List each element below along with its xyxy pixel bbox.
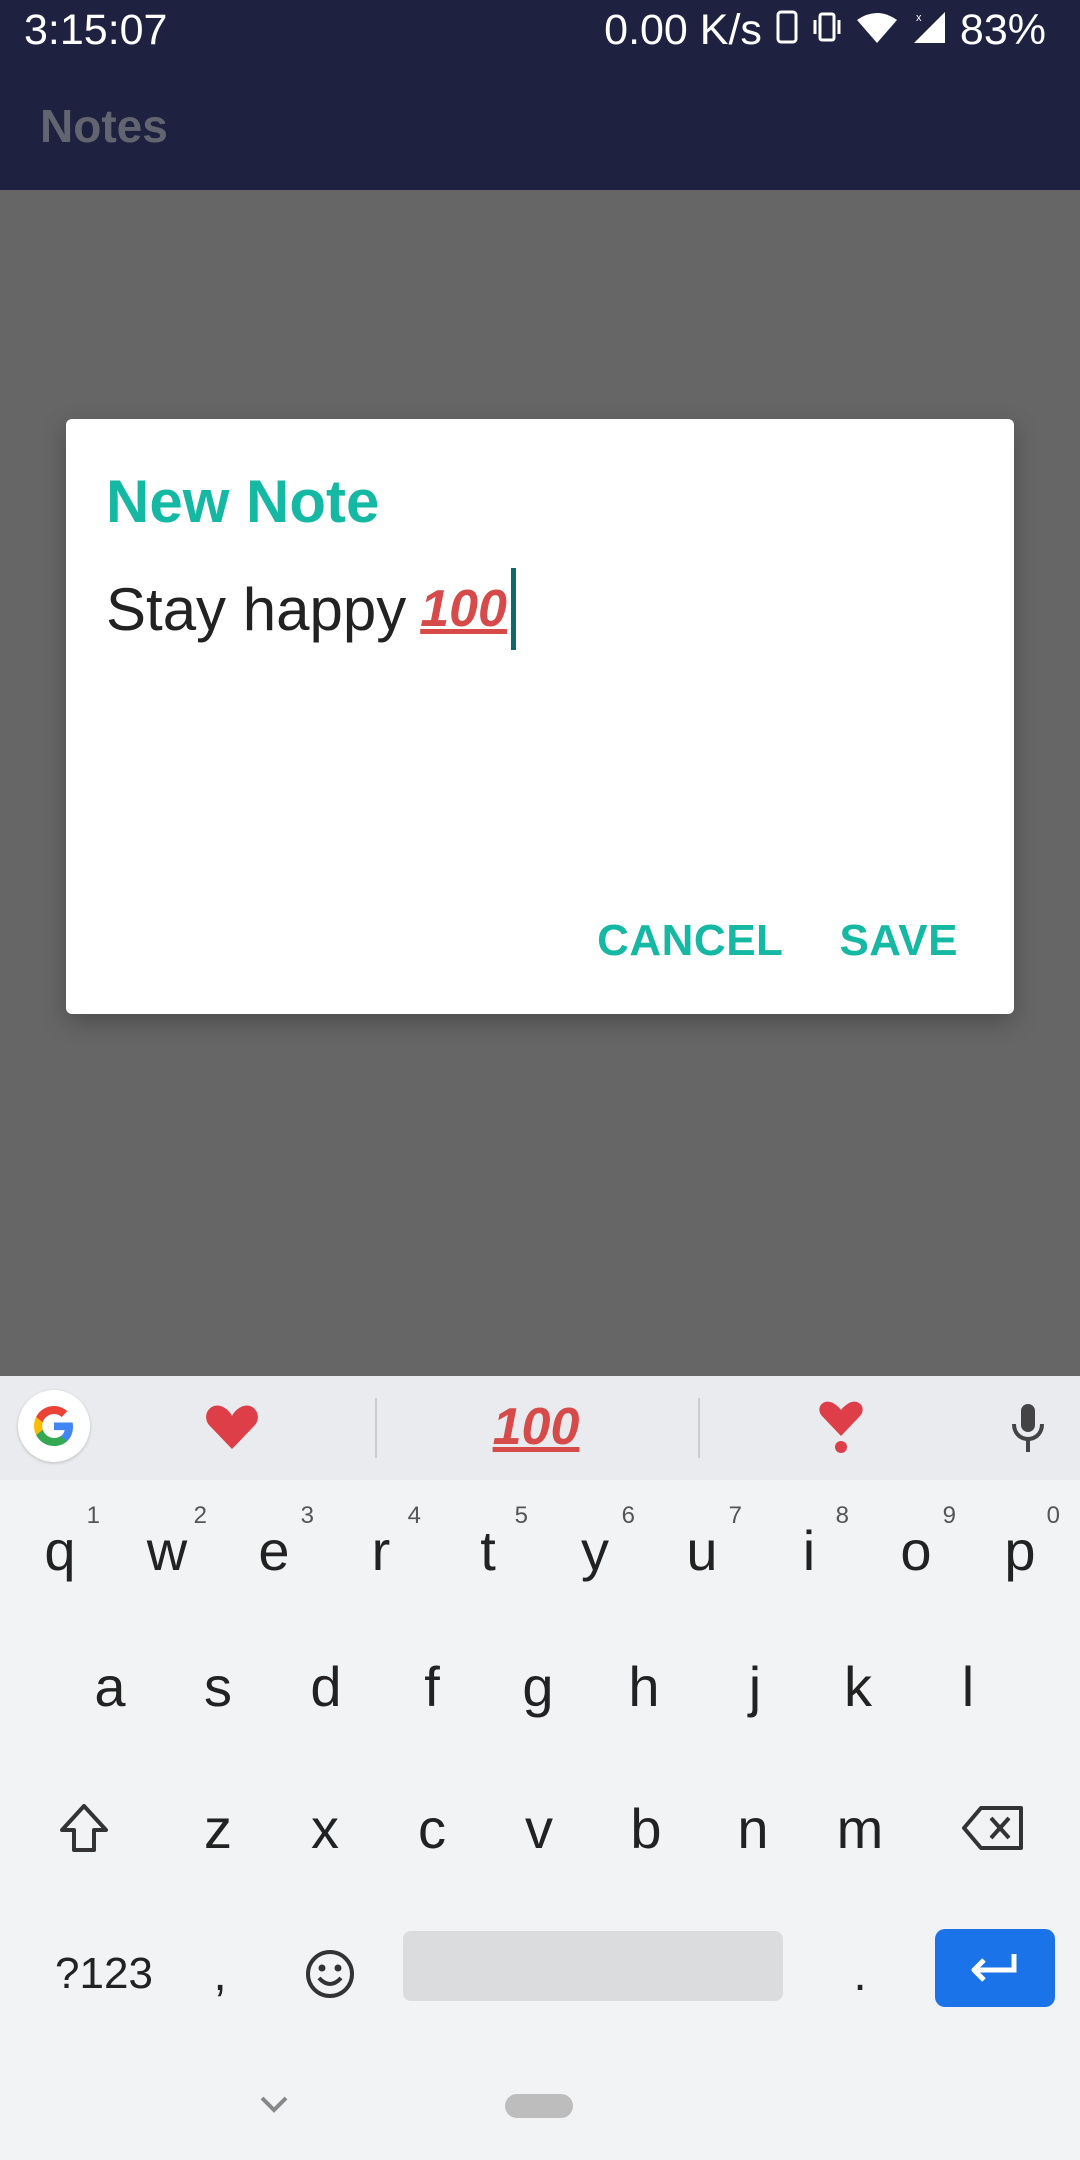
key-q[interactable]: 1q — [10, 1486, 110, 1606]
key-s[interactable]: s — [168, 1626, 268, 1746]
note-input[interactable]: Stay happy 100 — [106, 568, 516, 650]
dialog-actions: CANCEL SAVE — [597, 916, 958, 966]
vibrate-icon — [812, 6, 842, 55]
key-o[interactable]: 9o — [866, 1486, 966, 1606]
app-title: Notes — [40, 100, 168, 152]
key-i[interactable]: 8i — [759, 1486, 859, 1606]
mic-icon[interactable] — [998, 1398, 1058, 1458]
enter-icon — [971, 1954, 1017, 1982]
key-r[interactable]: 4r — [331, 1486, 431, 1606]
key-f[interactable]: f — [382, 1626, 482, 1746]
key-a[interactable]: a — [60, 1626, 160, 1746]
key-h[interactable]: h — [594, 1626, 694, 1746]
symbols-key[interactable]: ?123 — [24, 1924, 184, 2024]
key-u[interactable]: 7u — [652, 1486, 752, 1606]
key-e[interactable]: 3e — [224, 1486, 324, 1606]
heart-emoji-suggestion[interactable] — [172, 1392, 292, 1462]
key-v[interactable]: v — [489, 1768, 589, 1888]
status-bar: 3:15:07 0.00 K/s x 83% — [0, 0, 1080, 63]
phone-icon — [776, 6, 798, 55]
text-cursor — [510, 568, 516, 650]
key-y[interactable]: 6y — [545, 1486, 645, 1606]
google-icon[interactable] — [18, 1390, 90, 1462]
heart-exclamation-suggestion[interactable] — [781, 1392, 901, 1462]
key-p[interactable]: 0p — [970, 1486, 1070, 1606]
comma-key[interactable]: , — [180, 1924, 260, 2024]
hundred-points-suggestion[interactable]: 100 — [476, 1392, 596, 1462]
key-x[interactable]: x — [275, 1768, 375, 1888]
save-button[interactable]: SAVE — [839, 916, 958, 966]
emoji-icon[interactable] — [285, 1924, 375, 2024]
key-n[interactable]: n — [703, 1768, 803, 1888]
status-time: 3:15:07 — [24, 6, 168, 54]
backspace-icon[interactable] — [933, 1768, 1053, 1888]
key-z[interactable]: z — [168, 1768, 268, 1888]
key-k[interactable]: k — [808, 1626, 908, 1746]
signal-icon: x — [912, 6, 946, 55]
hundred-points-emoji: 100 — [420, 580, 507, 638]
key-b[interactable]: b — [596, 1768, 696, 1888]
enter-key[interactable] — [935, 1929, 1055, 2007]
suggestion-divider — [698, 1398, 700, 1458]
period-key[interactable]: . — [820, 1924, 900, 2024]
home-pill[interactable] — [505, 2094, 573, 2118]
wifi-icon — [856, 6, 898, 55]
suggestion-strip: 100 — [0, 1376, 1080, 1480]
key-j[interactable]: j — [705, 1626, 805, 1746]
key-d[interactable]: d — [276, 1626, 376, 1746]
suggestion-divider — [375, 1398, 377, 1458]
status-right: 0.00 K/s x 83% — [604, 6, 1046, 55]
battery-level: 83% — [959, 6, 1046, 54]
chevron-down-icon[interactable] — [252, 2082, 296, 2126]
network-speed: 0.00 K/s — [604, 6, 762, 54]
new-note-dialog: New Note Stay happy 100 CANCEL SAVE — [66, 419, 1014, 1014]
svg-text:x: x — [916, 12, 922, 24]
key-c[interactable]: c — [382, 1768, 482, 1888]
key-m[interactable]: m — [810, 1768, 910, 1888]
cancel-button[interactable]: CANCEL — [597, 916, 783, 966]
app-bar: Notes — [0, 63, 1080, 190]
key-t[interactable]: 5t — [438, 1486, 538, 1606]
note-text: Stay happy — [106, 575, 407, 643]
navigation-bar — [0, 2046, 1080, 2160]
dialog-title: New Note — [106, 468, 380, 535]
key-w[interactable]: 2w — [117, 1486, 217, 1606]
key-l[interactable]: l — [918, 1626, 1018, 1746]
space-bar[interactable] — [403, 1931, 783, 2001]
shift-icon[interactable] — [24, 1768, 144, 1888]
keyboard: 100 1q 2w 3e 4r 5t 6y 7u 8i 9o 0p a s d … — [0, 1376, 1080, 2046]
key-g[interactable]: g — [488, 1626, 588, 1746]
